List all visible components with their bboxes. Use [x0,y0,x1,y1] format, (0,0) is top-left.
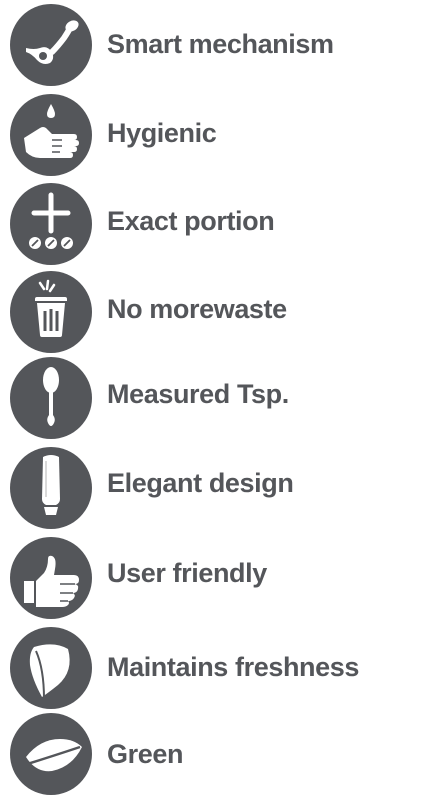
feature-label: Exact portion [107,206,275,236]
feature-item-elegant-design: Elegant design [0,447,432,537]
feature-item-maintains-freshness: Maintains freshness [0,627,432,717]
portion-plus-icon [10,183,92,265]
feature-item-hygienic: Hygienic [0,94,432,184]
thumbs-up-icon [10,537,92,619]
feature-item-no-more-waste: No morewaste [0,271,432,361]
feature-item-green: Green [0,713,432,803]
feature-item-measured-tsp: Measured Tsp. [0,357,432,447]
feature-item-user-friendly: User friendly [0,537,432,627]
bottle-icon [10,447,92,529]
dispenser-mechanism-icon [10,4,92,86]
feature-label: Measured Tsp. [107,379,289,409]
green-leaf-icon [10,713,92,795]
leaf-icon [10,627,92,709]
spoon-icon [10,357,92,439]
trash-bin-icon [10,271,92,353]
feature-label: Elegant design [107,468,294,498]
feature-label: Hygienic [107,118,217,148]
feature-list: Smart mechanism Hygienic Exact portion N… [0,0,432,809]
feature-label: Green [107,739,184,769]
feature-item-exact-portion: Exact portion [0,183,432,273]
feature-label: No morewaste [107,294,287,324]
feature-label: User friendly [107,558,267,588]
feature-label: Maintains freshness [107,652,359,682]
feature-label: Smart mechanism [107,29,334,59]
hand-drop-icon [10,94,92,176]
feature-item-smart-mechanism: Smart mechanism [0,4,432,94]
